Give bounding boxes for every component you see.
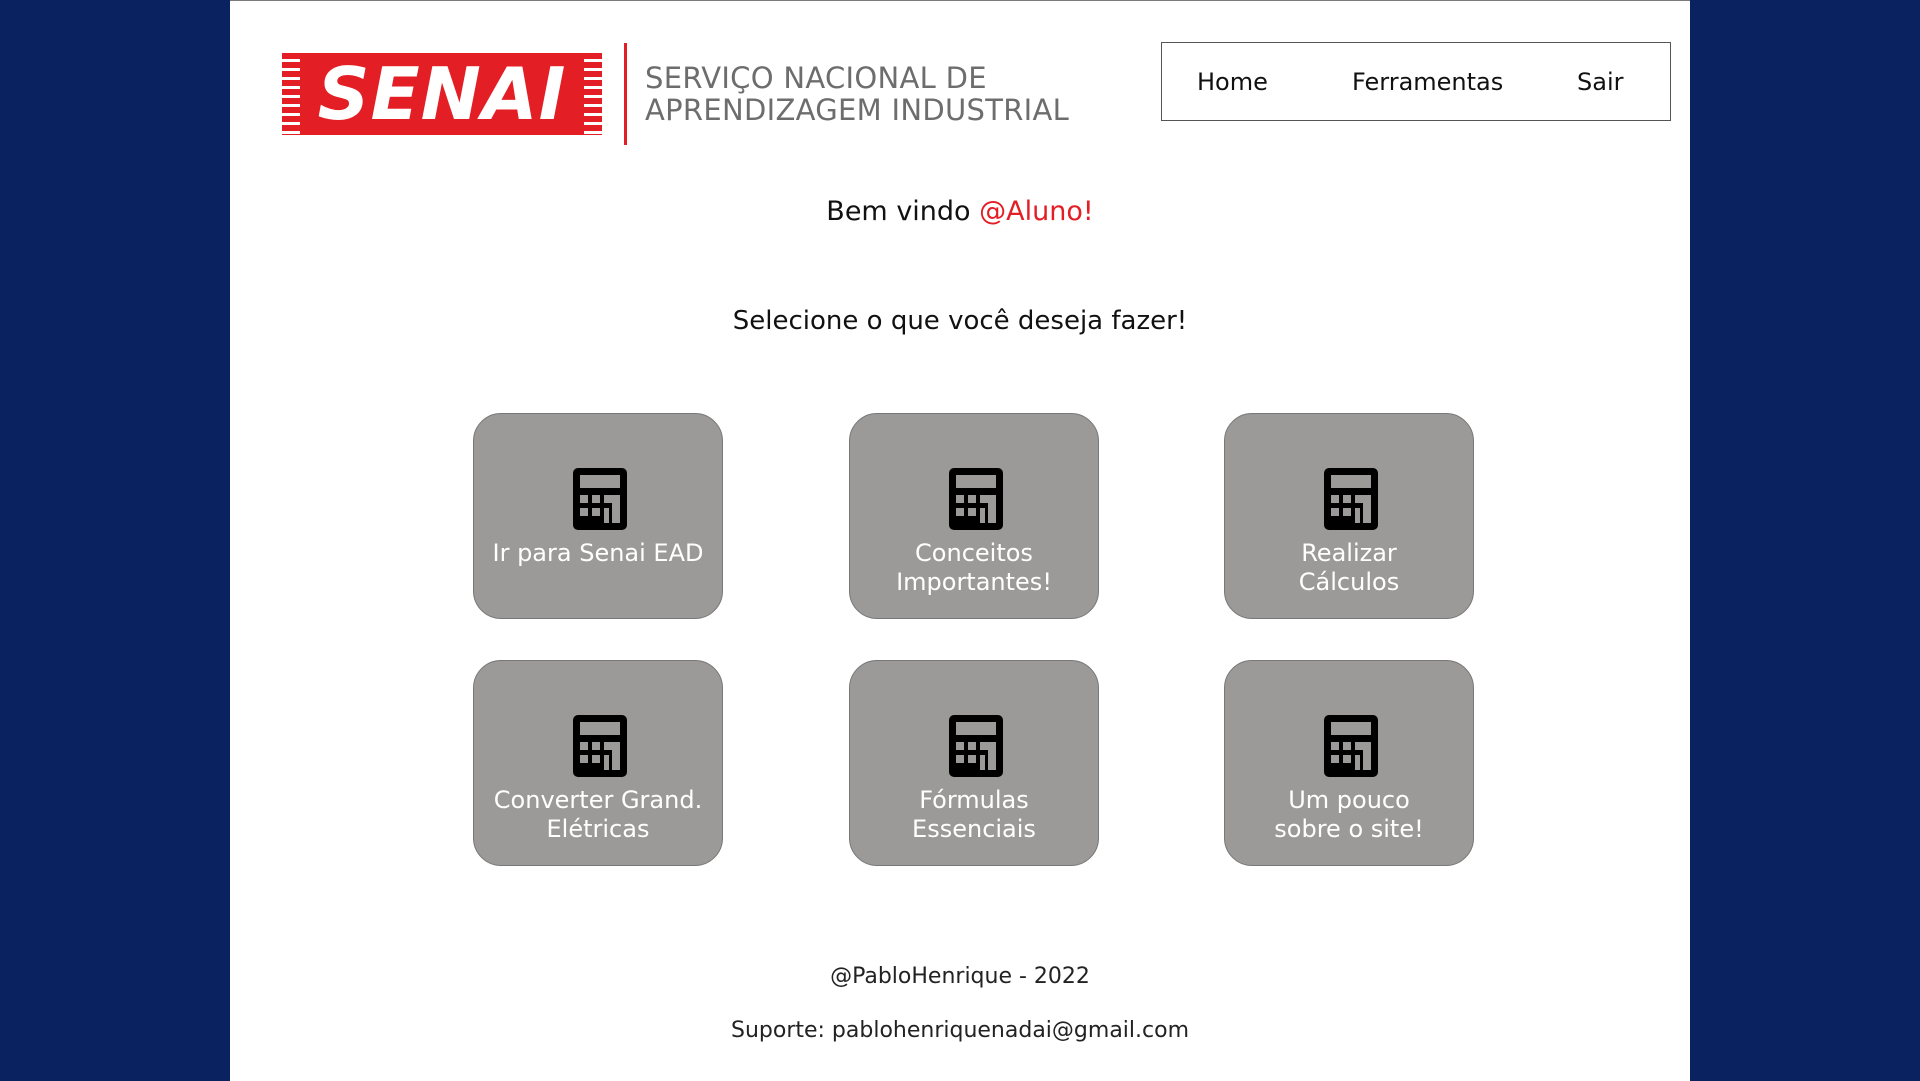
calculator-icon [573, 468, 627, 530]
welcome-user: @Aluno! [979, 196, 1094, 227]
senai-logo[interactable]: SENAI SERVIÇO NACIONAL DE APRENDIZAGEM I… [282, 43, 1069, 145]
card-label: Converter Grand. Elétricas [493, 786, 703, 843]
calculator-icon [573, 715, 627, 777]
card-essential-formulas[interactable]: Fórmulas Essenciais [849, 660, 1099, 866]
nav-exit-link[interactable]: Sair [1577, 68, 1623, 96]
card-about-site[interactable]: Um pouco sobre o site! [1224, 660, 1474, 866]
logo-divider [624, 43, 627, 145]
logo-stripes-right [584, 53, 602, 135]
calculator-icon [1324, 715, 1378, 777]
card-label: Conceitos Importantes! [896, 539, 1052, 596]
calculator-icon [949, 715, 1003, 777]
senai-logo-mark: SENAI [282, 53, 602, 135]
welcome-prefix: Bem vindo [826, 196, 980, 227]
card-important-concepts[interactable]: Conceitos Importantes! [849, 413, 1099, 619]
footer-support-email[interactable]: Suporte: pablohenriquenadai@gmail.com [230, 1018, 1690, 1043]
page-container: SENAI SERVIÇO NACIONAL DE APRENDIZAGEM I… [230, 0, 1690, 1081]
calculator-icon [1324, 468, 1378, 530]
card-senai-ead[interactable]: Ir para Senai EAD [473, 413, 723, 619]
welcome-message: Bem vindo @Aluno! [230, 196, 1690, 227]
organization-name-line2: APRENDIZAGEM INDUSTRIAL [645, 93, 1070, 127]
card-label: Um pouco sobre o site! [1274, 786, 1424, 843]
calculator-icon [949, 468, 1003, 530]
card-label: Fórmulas Essenciais [912, 786, 1036, 843]
card-label: Realizar Cálculos [1298, 539, 1400, 596]
footer-credit: @PabloHenrique - 2022 [830, 964, 1090, 989]
organization-name-line1: SERVIÇO NACIONAL DE [645, 61, 987, 95]
card-label: Ir para Senai EAD [492, 539, 704, 567]
selection-prompt: Selecione o que você deseja fazer! [732, 306, 1188, 336]
nav-tools-link[interactable]: Ferramentas [1352, 68, 1503, 96]
top-nav: Home Ferramentas Sair [1161, 42, 1671, 121]
logo-stripes-left [282, 53, 300, 135]
organization-name: SERVIÇO NACIONAL DE APRENDIZAGEM INDUSTR… [645, 62, 1069, 126]
nav-home-link[interactable]: Home [1197, 68, 1268, 96]
card-calculations[interactable]: Realizar Cálculos [1224, 413, 1474, 619]
logo-text: SENAI [317, 53, 567, 135]
card-convert-electrical[interactable]: Converter Grand. Elétricas [473, 660, 723, 866]
